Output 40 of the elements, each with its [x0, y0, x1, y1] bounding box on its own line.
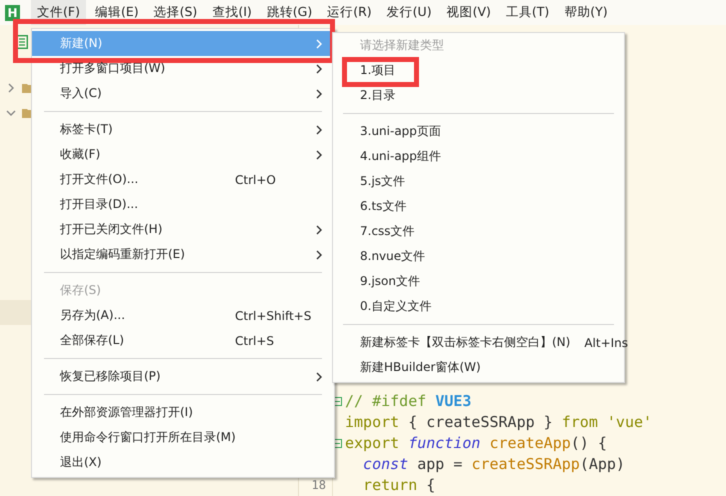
menu-item-label: 新建HBuilder窗体(W): [360, 359, 481, 376]
menu-item-label: 标签卡(T): [60, 121, 114, 138]
menu-item-label: 6.ts文件: [360, 198, 406, 215]
menu-item-label: 退出(X): [60, 454, 103, 471]
menu-item-label: 打开文件(O)...: [60, 171, 140, 188]
menu-item-label: 2.目录: [360, 87, 396, 104]
menu-item-label: 8.nvue文件: [360, 248, 426, 265]
menu-item-label: 4.uni-app组件: [360, 148, 441, 165]
menu-item-label: 收藏(F): [60, 146, 102, 163]
menu-item-label: 打开目录(D)...: [60, 196, 140, 213]
code-line: import { createSSRApp } from 'vue': [345, 412, 652, 433]
shortcut-label: Alt+Ins: [584, 336, 628, 350]
code-line: return {: [362, 475, 436, 496]
line-number: 18: [312, 478, 326, 492]
shortcut-label: Ctrl+Shift+S: [235, 308, 312, 322]
code-line: export function createApp() {: [345, 433, 607, 454]
menu-item-label: 全部保存(L): [60, 332, 126, 349]
shortcut-label: Ctrl+S: [235, 334, 274, 348]
menu-item-label: 7.css文件: [360, 223, 415, 240]
app-logo: H: [5, 4, 20, 20]
menu-item-label: 另存为(A)...: [60, 307, 126, 324]
code-line: // #ifdef VUE3: [345, 391, 472, 412]
menu-item-label: 新建标签卡【双击标签卡右侧空白】(N): [360, 334, 570, 351]
menu-item-label: 新建(N): [60, 35, 104, 52]
menu-item-label: 恢复已移除项目(P): [60, 368, 162, 385]
menu-item-label: 使用命令行窗口打开所在目录(M): [60, 429, 235, 446]
menu-item-label: 0.自定义文件: [360, 298, 432, 315]
code-line: const app = createSSRApp(App): [362, 454, 625, 475]
menu-item-label: 导入(C): [60, 85, 103, 102]
menu-item-label: 在外部资源管理器打开(I): [60, 404, 194, 421]
menu-item-label: 以指定编码重新打开(E): [60, 246, 186, 263]
menu-item-label: 3.uni-app页面: [360, 123, 441, 140]
menu-heading: 请选择新建类型: [360, 37, 444, 54]
menu-item-label: 1.项目: [360, 62, 396, 79]
menu-item-label: 打开多窗口项目(W): [60, 60, 166, 77]
menu-item-label: 9.json文件: [360, 273, 420, 290]
menu-item-label: 打开已关闭文件(H): [60, 221, 164, 238]
shortcut-label: Ctrl+O: [235, 172, 276, 186]
menu-item-label: 保存(S): [60, 282, 102, 299]
menu-item-label: 5.js文件: [360, 173, 406, 190]
